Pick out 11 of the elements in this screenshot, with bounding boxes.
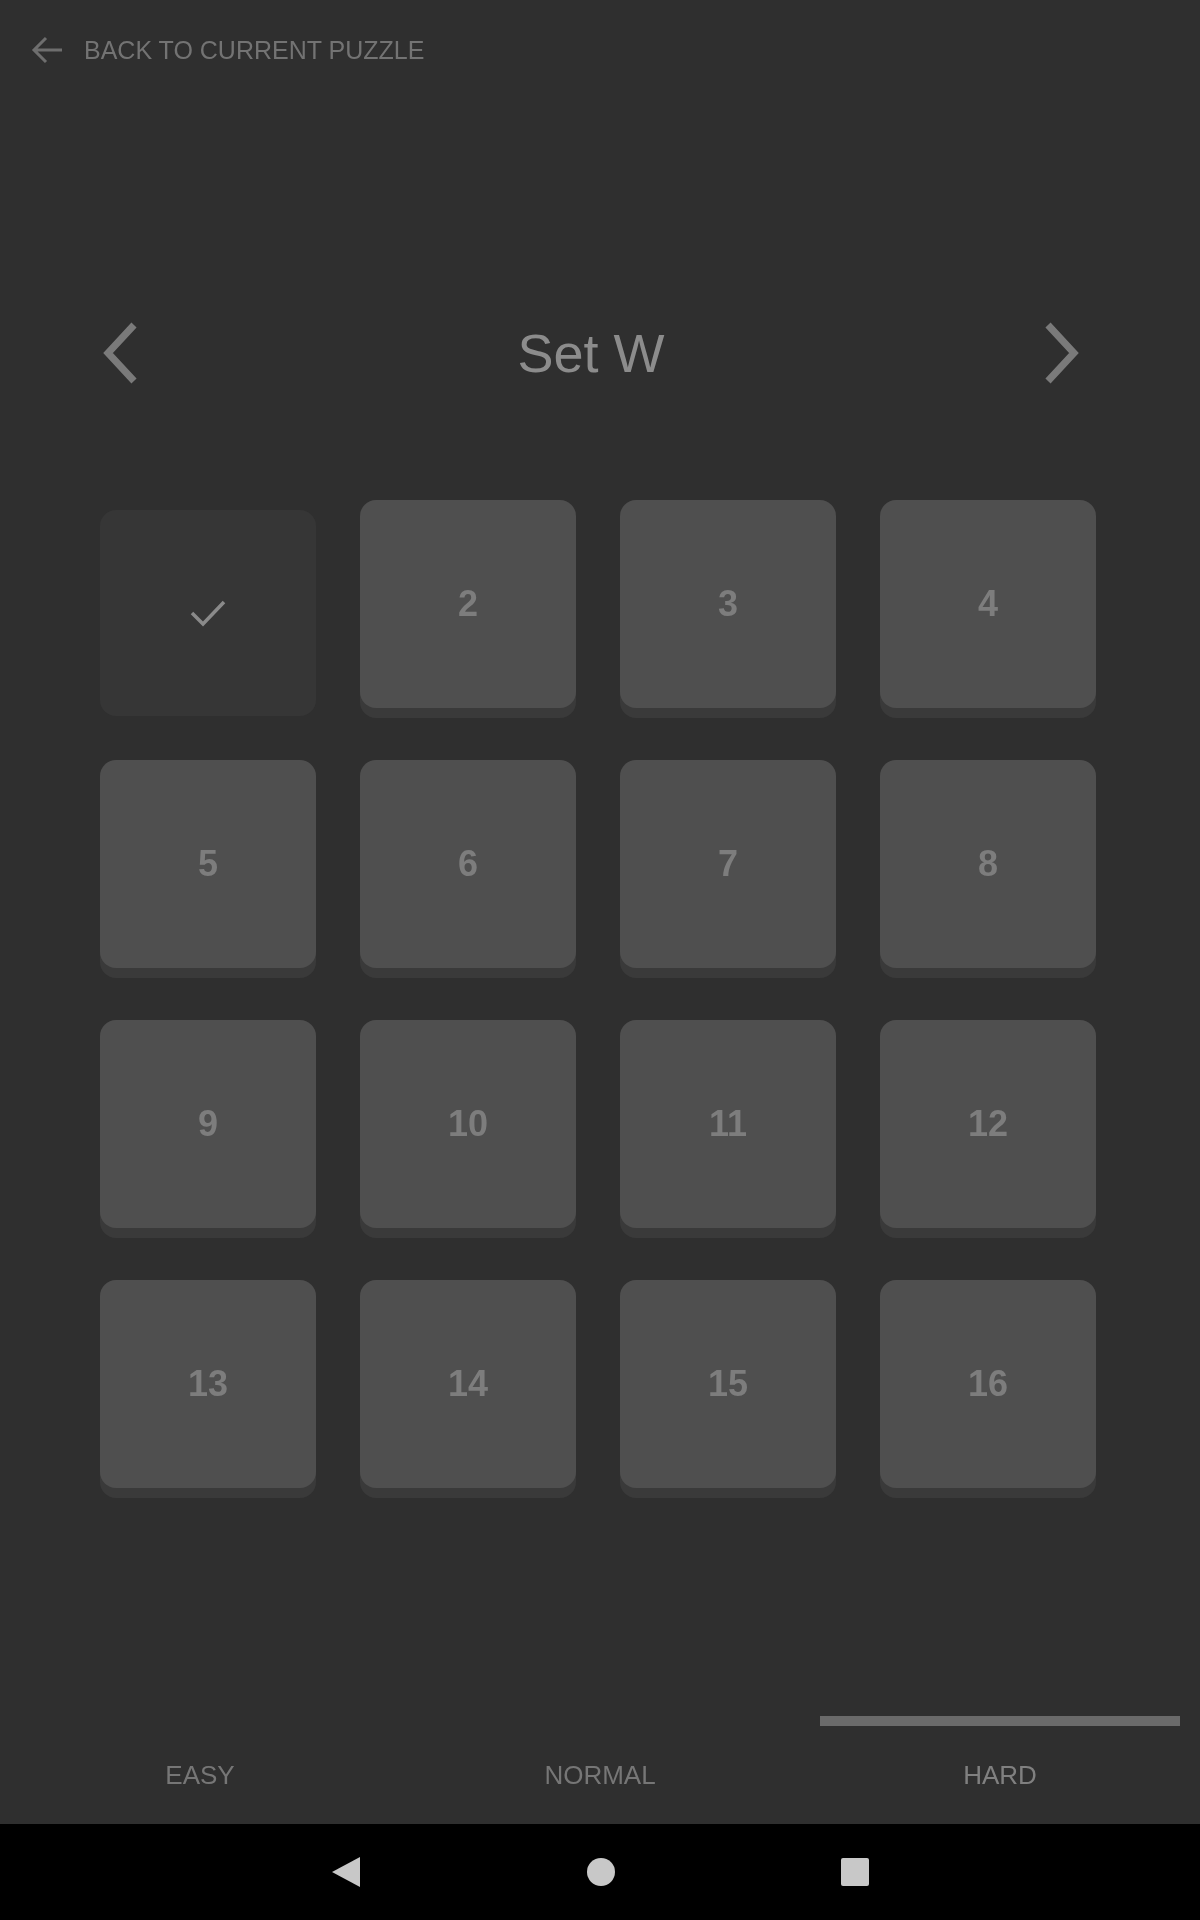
- recents-square-icon[interactable]: [840, 1857, 870, 1887]
- checkmark-icon: [189, 598, 227, 628]
- set-title: Set W: [517, 322, 665, 384]
- difficulty-tab[interactable]: EASY: [145, 1740, 255, 1810]
- back-button[interactable]: BACK TO CURRENT PUZZLE: [30, 35, 425, 65]
- puzzle-tile[interactable]: [100, 510, 316, 716]
- home-circle-icon[interactable]: [586, 1857, 616, 1887]
- back-arrow-icon: [30, 35, 64, 65]
- difficulty-tab[interactable]: NORMAL: [524, 1740, 676, 1810]
- difficulty-tab[interactable]: HARD: [943, 1740, 1057, 1810]
- back-triangle-icon[interactable]: [330, 1855, 362, 1889]
